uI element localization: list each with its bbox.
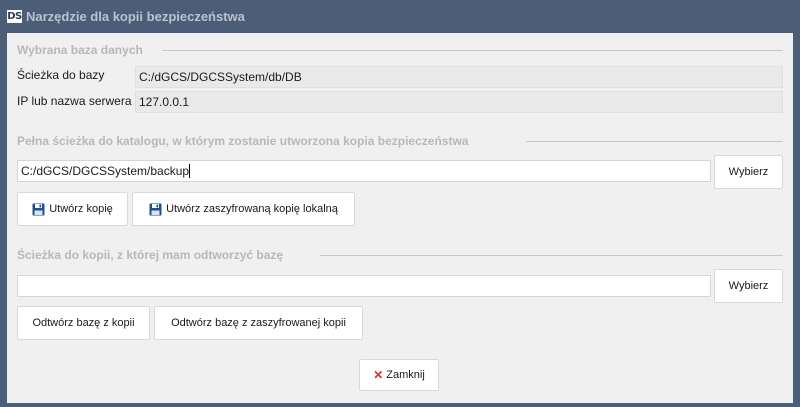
create-encrypted-backup-label: Utwórz zaszyfrowaną kopię lokalną xyxy=(166,203,338,215)
text-caret xyxy=(189,164,191,178)
restore-path-input[interactable] xyxy=(17,275,711,297)
section-divider xyxy=(320,255,783,256)
section-divider xyxy=(162,50,783,51)
restore-browse-button[interactable]: Wybierz xyxy=(714,269,783,303)
server-label: IP lub nazwa serwera xyxy=(17,94,132,108)
close-icon: ✕ xyxy=(373,368,384,382)
floppy-disk-icon xyxy=(32,203,45,215)
section-title-backup-path: Pełna ścieżka do katalogu, w którym zost… xyxy=(17,134,469,148)
create-backup-button[interactable]: Utwórz kopię xyxy=(17,192,128,226)
section-divider xyxy=(526,141,783,142)
restore-backup-label: Odtwórz bazę z kopii xyxy=(32,317,135,329)
restore-encrypted-backup-label: Odtwórz bazę z zaszyfrowanej kopii xyxy=(171,317,346,329)
backup-path-input[interactable]: C:/dGCS/DGCSSystem/backup xyxy=(17,160,711,182)
backup-path-value: C:/dGCS/DGCSSystem/backup xyxy=(21,164,190,178)
db-path-field: C:/dGCS/DGCSSystem/db/DB xyxy=(135,66,783,88)
window-title: Narzędzie dla kopii bezpieczeństwa xyxy=(26,8,245,24)
server-field: 127.0.0.1 xyxy=(135,91,783,113)
backup-tool-window: DS Narzędzie dla kopii bezpieczeństwa Wy… xyxy=(0,0,800,407)
create-encrypted-backup-button[interactable]: Utwórz zaszyfrowaną kopię lokalną xyxy=(132,192,355,226)
restore-encrypted-backup-button[interactable]: Odtwórz bazę z zaszyfrowanej kopii xyxy=(154,306,363,340)
backup-browse-label: Wybierz xyxy=(728,166,769,178)
restore-browse-label: Wybierz xyxy=(728,280,769,292)
restore-backup-button[interactable]: Odtwórz bazę z kopii xyxy=(17,306,150,340)
title-bar: DS Narzędzie dla kopii bezpieczeństwa xyxy=(0,0,800,32)
db-path-label: Ścieżka do bazy xyxy=(17,68,105,82)
section-title-restore-path: Ścieżka do kopii, z której mam odtworzyć… xyxy=(17,248,284,262)
dialog-content: Wybrana baza danych Ścieżka do bazy C:/d… xyxy=(7,33,793,403)
app-logo-icon: DS xyxy=(7,9,22,23)
close-button[interactable]: ✕ Zamknij xyxy=(359,359,439,391)
close-label: Zamknij xyxy=(386,369,425,381)
create-backup-label: Utwórz kopię xyxy=(49,203,113,215)
backup-browse-button[interactable]: Wybierz xyxy=(714,155,783,189)
section-title-selected-db: Wybrana baza danych xyxy=(17,43,143,57)
floppy-disk-icon xyxy=(149,203,162,215)
